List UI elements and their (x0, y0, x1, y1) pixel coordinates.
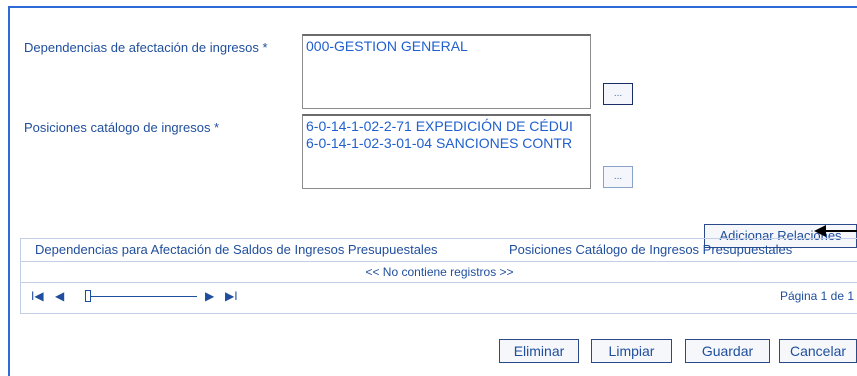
limpiar-button[interactable]: Limpiar (591, 339, 672, 363)
form-frame-left (8, 6, 10, 376)
grid-pager: I◀ ◀ ▶ ▶I Página 1 de 1 (21, 285, 857, 309)
posiciones-lookup-button[interactable]: ... (603, 166, 633, 188)
grid-col-dependencias[interactable]: Dependencias para Afectación de Saldos d… (35, 242, 438, 257)
page-info: Página 1 de 1 (779, 289, 854, 303)
last-page-icon[interactable]: ▶I (225, 289, 238, 303)
posiciones-item[interactable]: 6-0-14-1-02-2-71 EXPEDICIÓN DE CÉDUI (303, 116, 590, 135)
page-slider-track[interactable] (85, 296, 197, 297)
arrow-left-icon (814, 225, 857, 237)
grid-empty-message: << No contiene registros >> (21, 262, 857, 283)
page-slider-thumb[interactable] (85, 290, 91, 302)
form-frame-top (8, 6, 857, 8)
dependencias-label: Dependencias de afectación de ingresos * (24, 40, 268, 55)
dependencias-lookup-button[interactable]: ... (603, 83, 633, 105)
cancelar-button[interactable]: Cancelar (779, 339, 857, 363)
grid-header: Dependencias para Afectación de Saldos d… (21, 239, 857, 262)
relations-grid: Dependencias para Afectación de Saldos d… (20, 238, 857, 314)
next-page-icon[interactable]: ▶ (205, 289, 214, 303)
first-page-icon[interactable]: I◀ (31, 289, 44, 303)
grid-col-posiciones[interactable]: Posiciones Catálogo de Ingresos Presupue… (509, 242, 792, 257)
dependencias-listbox[interactable]: 000-GESTION GENERAL (302, 34, 591, 109)
prev-page-icon[interactable]: ◀ (55, 289, 64, 303)
eliminar-button[interactable]: Eliminar (499, 339, 579, 363)
guardar-button[interactable]: Guardar (685, 339, 770, 363)
posiciones-item[interactable]: 6-0-14-1-02-3-01-04 SANCIONES CONTR (303, 135, 590, 152)
posiciones-listbox[interactable]: 6-0-14-1-02-2-71 EXPEDICIÓN DE CÉDUI 6-0… (302, 114, 591, 189)
posiciones-label: Posiciones catálogo de ingresos * (24, 120, 220, 135)
dependencias-item[interactable]: 000-GESTION GENERAL (303, 36, 590, 55)
